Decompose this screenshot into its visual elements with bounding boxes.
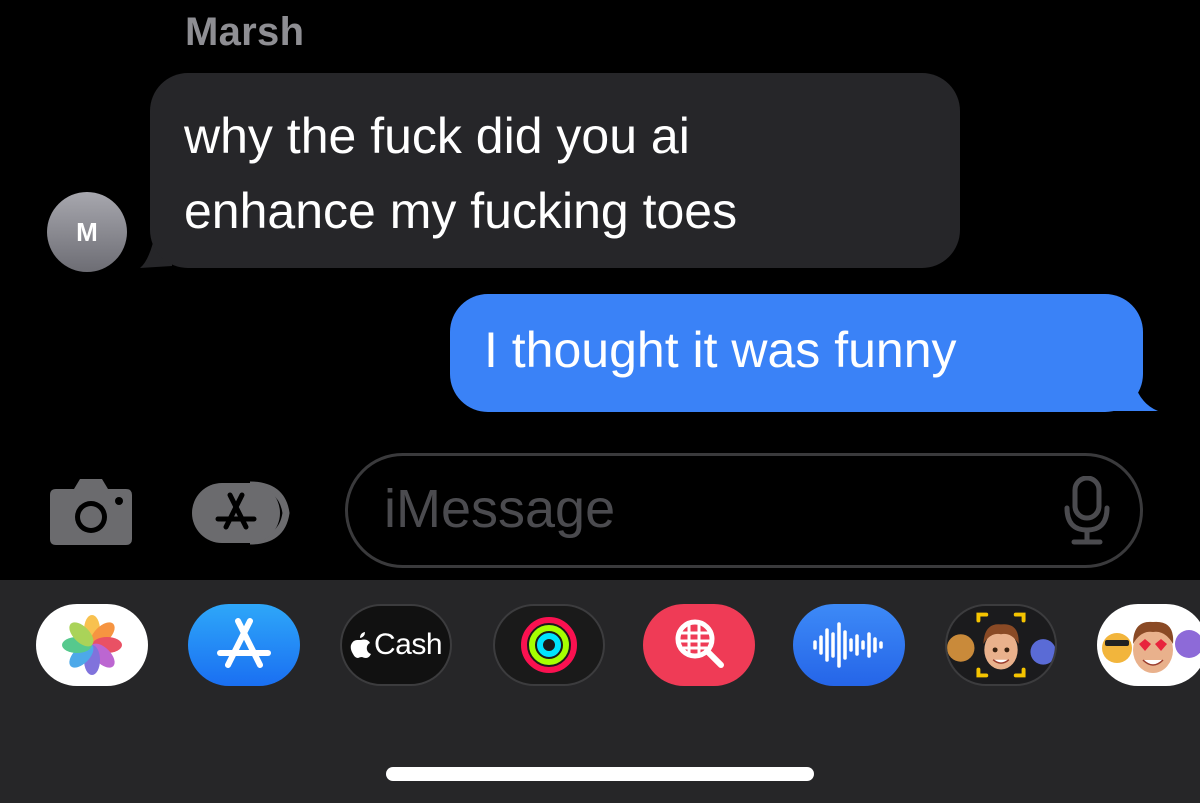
- incoming-message-line: enhance my fucking toes: [184, 183, 738, 239]
- activity-rings-icon: [521, 617, 577, 673]
- avatar[interactable]: M: [47, 192, 127, 272]
- app-audio-message[interactable]: [793, 604, 905, 686]
- camera-icon: [50, 479, 132, 545]
- message-input-placeholder: iMessage: [384, 479, 616, 539]
- apple-cash-icon: [350, 632, 371, 658]
- microphone-icon[interactable]: [1064, 476, 1110, 546]
- app-photos[interactable]: [36, 604, 148, 686]
- app-memoji[interactable]: [945, 604, 1057, 686]
- outgoing-message-bubble[interactable]: I thought it was funny: [450, 294, 1143, 412]
- app-apple-cash[interactable]: Cash: [340, 604, 452, 686]
- memoji-icon: [947, 612, 1055, 678]
- memoji-stickers-icon: [1102, 621, 1200, 673]
- outgoing-message-text: I thought it was funny: [484, 322, 957, 378]
- image-search-icon: [675, 619, 724, 668]
- message-input[interactable]: iMessage: [345, 453, 1143, 568]
- apps-button[interactable]: [190, 481, 300, 545]
- app-store-icon: [217, 618, 271, 668]
- audio-message-icon: [813, 622, 883, 668]
- camera-button[interactable]: [48, 475, 134, 545]
- apple-cash-label: Cash: [373, 628, 443, 661]
- app-image-search[interactable]: [643, 604, 755, 686]
- app-memoji-stickers[interactable]: [1097, 604, 1200, 686]
- home-indicator[interactable]: [386, 767, 814, 781]
- app-app-store[interactable]: [188, 604, 300, 686]
- messages-screen: Marsh why the fuck did you ai enhance my…: [0, 0, 1200, 803]
- incoming-message-line: why the fuck did you ai: [184, 108, 690, 164]
- sender-name: Marsh: [185, 10, 305, 54]
- photos-icon: [62, 615, 122, 675]
- avatar-initial: M: [76, 216, 98, 247]
- incoming-message-bubble[interactable]: why the fuck did you ai enhance my fucki…: [150, 73, 960, 268]
- app-fitness[interactable]: [493, 604, 605, 686]
- app-store-icon: [192, 481, 290, 545]
